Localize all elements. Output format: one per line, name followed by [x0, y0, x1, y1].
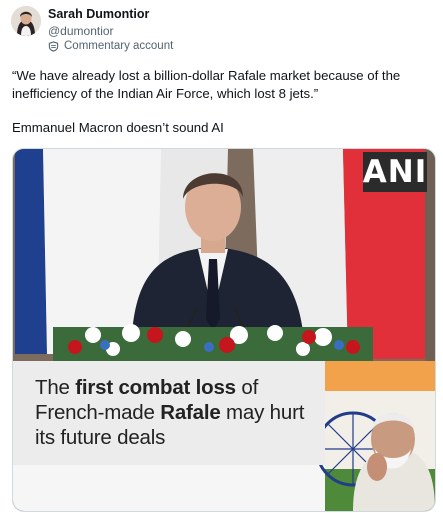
tweet-card[interactable]: Sarah Dumontior @dumontior Commentary ac…	[0, 0, 443, 513]
media-image[interactable]: ANI The first combat loss of French-made…	[12, 148, 436, 512]
tweet-quote: “We have already lost a billion-dollar R…	[12, 68, 401, 101]
ani-watermark: ANI	[362, 152, 428, 192]
author-handle[interactable]: @dumontior	[48, 24, 114, 38]
author-name[interactable]: Sarah Dumontior	[48, 7, 149, 21]
caption-highlight-1: first combat loss	[75, 376, 236, 399]
avatar-image	[11, 6, 41, 36]
avatar[interactable]	[11, 6, 41, 36]
tweet-text: “We have already lost a billion-dollar R…	[12, 67, 427, 137]
tweet-comment: Emmanuel Macron doesn’t sound AI	[12, 120, 224, 135]
shield-badge-icon	[48, 40, 59, 52]
commentary-label: Commentary account	[64, 40, 174, 52]
news-caption: The first combat loss of French-made Raf…	[35, 375, 325, 450]
caption-part-1: The	[35, 376, 76, 399]
caption-highlight-2: Rafale	[160, 401, 221, 424]
commentary-badge: Commentary account	[48, 40, 173, 52]
